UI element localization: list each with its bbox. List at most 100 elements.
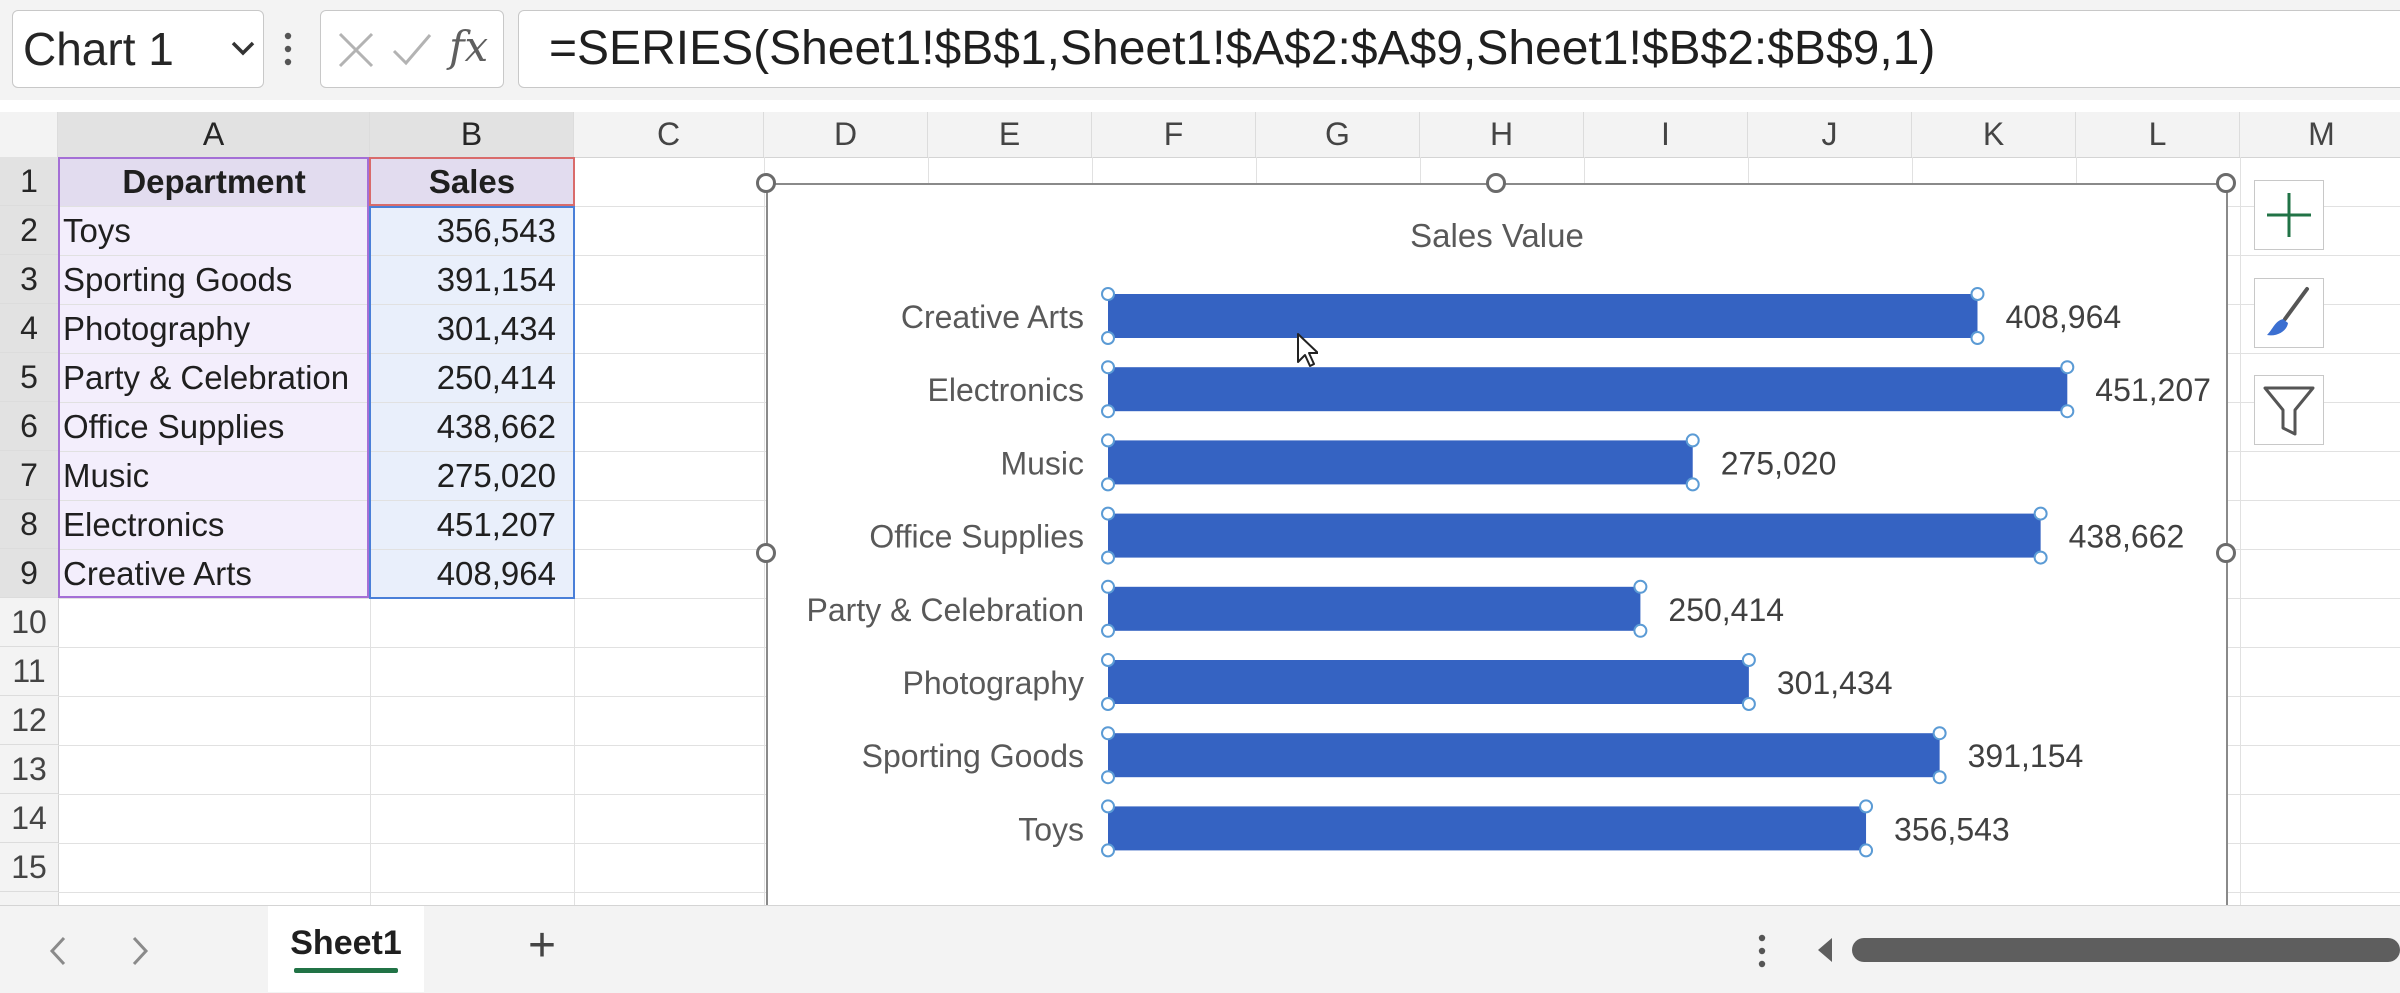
column-header-a[interactable]: A [58, 112, 370, 157]
cell-a4[interactable]: Photography [58, 304, 370, 353]
data-label: 391,154 [1968, 738, 2084, 774]
bar[interactable] [1108, 367, 2068, 412]
row-header-15[interactable]: 15 [0, 843, 58, 892]
resize-handle-middle-right[interactable] [2216, 543, 2236, 563]
cell-b6[interactable]: 438,662 [370, 402, 574, 451]
scroll-left-arrow-icon[interactable] [1814, 936, 1836, 964]
cell-a5[interactable]: Party & Celebration [58, 353, 370, 402]
bar[interactable] [1108, 733, 1940, 778]
column-header-i[interactable]: I [1584, 112, 1748, 157]
bar-selection-point [1859, 843, 1874, 858]
resize-handle-middle-left[interactable] [756, 543, 776, 563]
column-header-b[interactable]: B [370, 112, 574, 157]
category-axis-label: Office Supplies [869, 519, 1084, 555]
more-options-icon[interactable] [1756, 932, 1768, 972]
scroll-tabs-right-icon[interactable] [128, 934, 152, 968]
cell-a6[interactable]: Office Supplies [58, 402, 370, 451]
data-label: 451,207 [2095, 372, 2211, 408]
row-header-14[interactable]: 14 [0, 794, 58, 843]
formula-buttons: fx [320, 10, 504, 88]
bar-selection-point [1101, 433, 1115, 448]
row-header-9[interactable]: 9 [0, 549, 58, 598]
cell-a8[interactable]: Electronics [58, 500, 370, 549]
cell-a9[interactable]: Creative Arts [58, 549, 370, 598]
row-header-3[interactable]: 3 [0, 255, 58, 304]
column-header-j[interactable]: J [1748, 112, 1912, 157]
add-sheet-button[interactable]: + [528, 916, 556, 976]
row-header-4[interactable]: 4 [0, 304, 58, 353]
bar-selection-point [1101, 770, 1115, 785]
bar-selection-point [1101, 726, 1115, 741]
insert-function-icon[interactable]: fx [449, 21, 488, 73]
bar-selection-point [2060, 404, 2075, 419]
resize-handle-top-left[interactable] [756, 173, 776, 193]
bar[interactable] [1108, 440, 1693, 485]
cell-b7[interactable]: 275,020 [370, 451, 574, 500]
name-box[interactable]: Chart 1 [12, 10, 264, 88]
cell-b5[interactable]: 250,414 [370, 353, 574, 402]
cell-b8[interactable]: 451,207 [370, 500, 574, 549]
cell-b2[interactable]: 356,543 [370, 206, 574, 255]
resize-handle-top-center[interactable] [1486, 173, 1506, 193]
bar-selection-point [2033, 506, 2048, 521]
bar[interactable] [1108, 586, 1641, 631]
bar-selection-point [1970, 287, 1985, 301]
column-header-d[interactable]: D [764, 112, 928, 157]
cell-a1[interactable]: Department [58, 157, 370, 206]
cell-a2[interactable]: Toys [58, 206, 370, 255]
row-header-5[interactable]: 5 [0, 353, 58, 402]
cell-b1[interactable]: Sales [370, 157, 574, 206]
row-header-10[interactable]: 10 [0, 598, 58, 647]
check-icon[interactable] [391, 31, 433, 69]
bar-selection-point [1633, 623, 1648, 638]
bar-chart[interactable]: Sales Value Creative Arts 408,964 Electroni… [766, 183, 2228, 918]
horizontal-scrollbar-thumb[interactable] [1852, 938, 2400, 962]
more-options-icon[interactable] [282, 30, 294, 70]
bar[interactable] [1108, 660, 1749, 704]
chart-styles-button[interactable] [2254, 278, 2324, 348]
resize-handle-top-right[interactable] [2216, 173, 2236, 193]
data-label: 250,414 [1668, 592, 1784, 628]
bar[interactable] [1108, 806, 1867, 851]
category-axis-label: Toys [1018, 811, 1084, 847]
formula-input[interactable]: =SERIES(Sheet1!$B$1,Sheet1!$A$2:$A$9,She… [518, 10, 2400, 88]
chevron-down-icon[interactable] [229, 27, 257, 71]
bar-selection-point [1970, 331, 1985, 345]
column-header-g[interactable]: G [1256, 112, 1420, 157]
row-header-7[interactable]: 7 [0, 451, 58, 500]
row-header-2[interactable]: 2 [0, 206, 58, 255]
chart-title[interactable]: Sales Value [1410, 217, 1584, 254]
column-header-k[interactable]: K [1912, 112, 2076, 157]
cell-b9[interactable]: 408,964 [370, 549, 574, 598]
cell-a3[interactable]: Sporting Goods [58, 255, 370, 304]
chart-filters-button[interactable] [2254, 375, 2324, 445]
column-header-e[interactable]: E [928, 112, 1092, 157]
row-header-13[interactable]: 13 [0, 745, 58, 794]
category-axis-label: Electronics [928, 372, 1085, 408]
select-all-corner[interactable] [0, 112, 58, 157]
cancel-icon[interactable] [337, 31, 375, 69]
column-header-l[interactable]: L [2076, 112, 2240, 157]
row-header-12[interactable]: 12 [0, 696, 58, 745]
mouse-cursor-icon [1297, 333, 1318, 367]
bar[interactable] [1108, 513, 2041, 558]
sheet-tab-sheet1[interactable]: Sheet1 [268, 906, 424, 992]
category-axis-label: Sporting Goods [862, 738, 1084, 774]
bar-selection-point [1101, 697, 1115, 711]
row-header-11[interactable]: 11 [0, 647, 58, 696]
column-header-h[interactable]: H [1420, 112, 1584, 157]
column-header-m[interactable]: M [2240, 112, 2400, 157]
data-label: 356,543 [1894, 811, 2010, 847]
bar[interactable] [1108, 294, 1978, 338]
column-header-c[interactable]: C [574, 112, 764, 157]
scroll-tabs-left-icon[interactable] [46, 934, 70, 968]
cell-b4[interactable]: 301,434 [370, 304, 574, 353]
chart-elements-button[interactable] [2254, 180, 2324, 250]
column-header-f[interactable]: F [1092, 112, 1256, 157]
row-header-1[interactable]: 1 [0, 157, 58, 206]
cell-a7[interactable]: Music [58, 451, 370, 500]
cell-b3[interactable]: 391,154 [370, 255, 574, 304]
row-header-6[interactable]: 6 [0, 402, 58, 451]
bar-selection-point [1741, 697, 1756, 711]
row-header-8[interactable]: 8 [0, 500, 58, 549]
